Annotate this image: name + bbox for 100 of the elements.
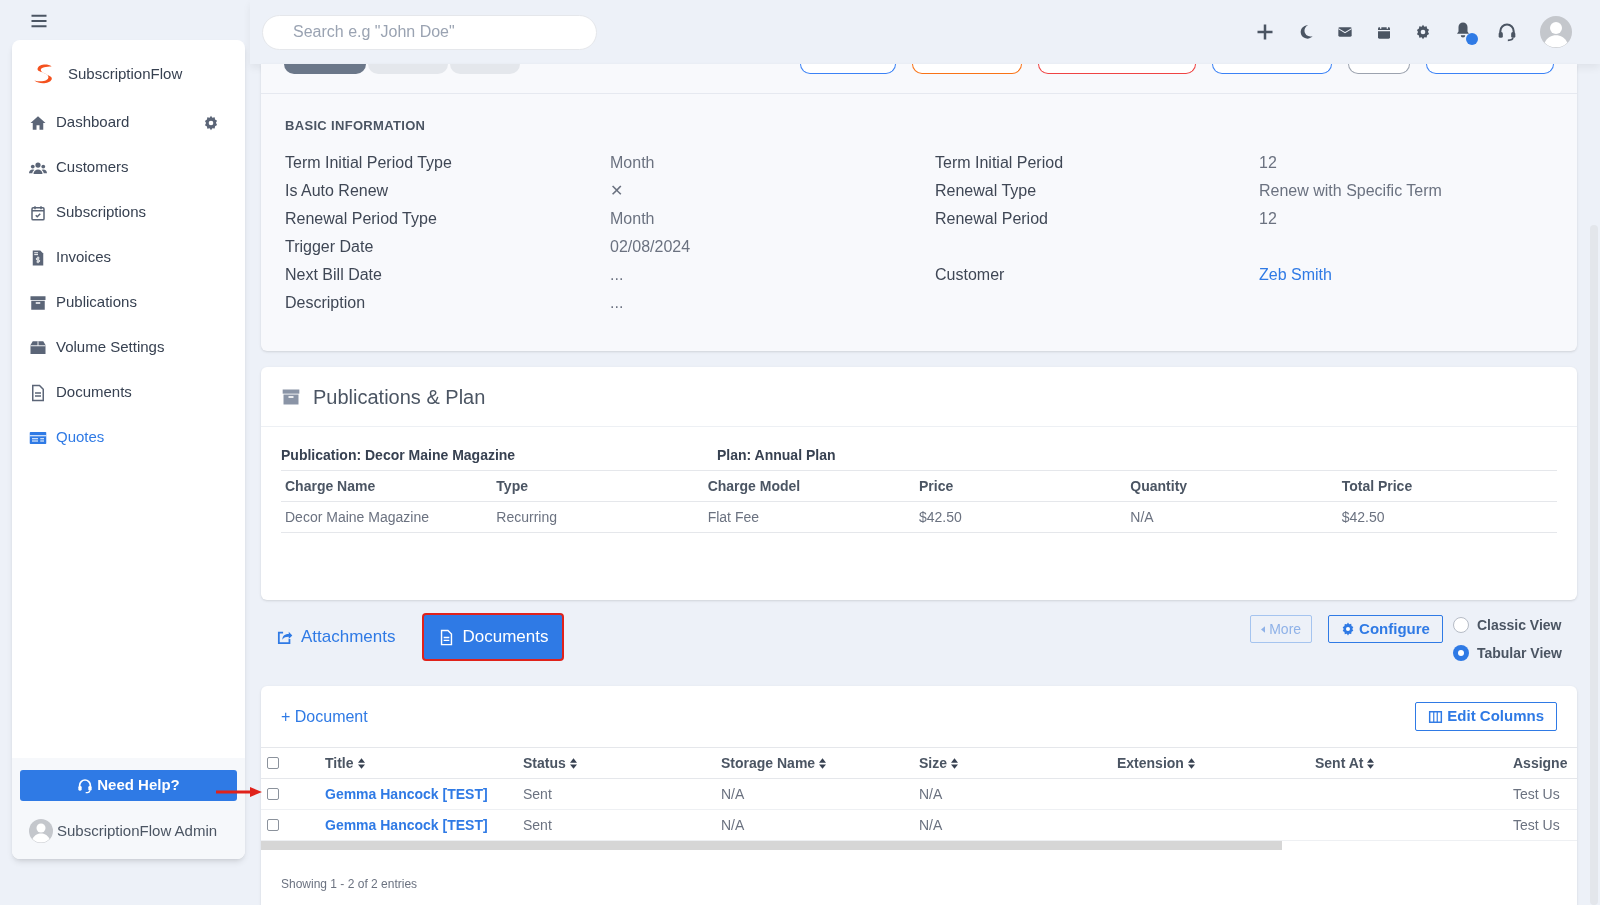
search-field[interactable]: Search e.g "John Doe": [262, 14, 597, 50]
radio-button[interactable]: [1452, 645, 1469, 661]
card-title: Publications & Plan: [313, 384, 486, 410]
settings-icon[interactable]: [1415, 24, 1431, 40]
field-label: Renewal Type: [935, 180, 1038, 201]
bell-icon: [1454, 21, 1472, 39]
publication-name: Publication: Decor Maine Magazine: [281, 445, 517, 465]
table-cell-text: Decor Maine Magazine: [285, 507, 430, 527]
sidebar-item[interactable]: Publications: [12, 280, 245, 325]
sort-icon[interactable]: [1367, 757, 1375, 769]
brand-name: SubscriptionFlow: [68, 63, 183, 84]
avatar-icon: [29, 819, 53, 843]
table-cell-text: $42.50: [1341, 507, 1386, 527]
configure-button[interactable]: Configure: [1328, 615, 1443, 643]
field-label: Customer: [935, 264, 1006, 285]
sort-icon[interactable]: [951, 757, 958, 769]
table-cell-text: Sent: [523, 784, 552, 804]
radio-label: Tabular View: [1476, 643, 1562, 663]
checkbox[interactable]: [267, 757, 279, 769]
table-cell-text: Recurring: [496, 507, 559, 527]
sidebar-item[interactable]: Invoices: [12, 235, 245, 280]
column-header: Assigne: [1513, 753, 1568, 773]
field-label: Term Initial Period Type: [285, 152, 453, 173]
calendar-icon[interactable]: [1376, 24, 1392, 40]
customer-link[interactable]: Zeb Smith: [1259, 262, 1553, 287]
action-button[interactable]: [1426, 64, 1554, 74]
radio-button[interactable]: [1452, 617, 1469, 633]
sidebar-item[interactable]: Quotes: [12, 415, 245, 460]
sort-icon[interactable]: [357, 757, 365, 769]
title-link[interactable]: Gemma Hancock [TEST]: [325, 814, 488, 836]
column-header: Charge Model: [707, 476, 802, 496]
settings-icon[interactable]: [203, 114, 219, 131]
section-heading: BASIC INFORMATION: [285, 117, 427, 135]
field-label: Is Auto Renew: [285, 180, 390, 201]
caret-icon: [1261, 625, 1266, 633]
column-header: Type: [496, 476, 529, 496]
column-header: Extension: [1117, 753, 1184, 773]
field-label: Renewal Period: [935, 208, 1049, 229]
sort-icon[interactable]: [569, 757, 577, 769]
field-value: ...: [610, 292, 625, 313]
action-button[interactable]: [912, 64, 1022, 74]
table-cell-text: N/A: [919, 815, 943, 835]
column-header: Storage Name: [721, 753, 816, 773]
column-header: Charge Name: [285, 476, 377, 496]
plan-name: Plan: Annual Plan: [717, 445, 836, 465]
sidebar-item[interactable]: Subscriptions: [12, 190, 245, 235]
add-icon[interactable]: [1255, 22, 1275, 42]
column-header: Sent At: [1315, 753, 1364, 773]
sort-icon[interactable]: [1187, 757, 1195, 769]
title-link[interactable]: Gemma Hancock [TEST]: [325, 783, 488, 805]
sidebar-item[interactable]: Documents: [12, 370, 245, 415]
tab[interactable]: [284, 64, 366, 74]
horizontal-scrollbar[interactable]: [261, 841, 1282, 850]
mail-icon[interactable]: [1337, 24, 1353, 40]
entries-info: Showing 1 - 2 of 2 entries: [280, 876, 419, 893]
checkbox[interactable]: [267, 788, 279, 800]
action-button[interactable]: [800, 64, 896, 74]
archive-icon: [28, 293, 48, 312]
headset-icon: [77, 777, 94, 794]
field-value: ✕: [610, 180, 624, 201]
field-value: ...: [610, 264, 625, 285]
field-value: 02/08/2024: [610, 236, 692, 257]
box-icon: [28, 338, 48, 357]
tab[interactable]: Attachments: [262, 615, 410, 659]
table-cell-text: Test Us: [1513, 784, 1560, 804]
help-button[interactable]: Need Help?: [20, 770, 237, 801]
field-label: Trigger Date: [285, 236, 375, 257]
action-button[interactable]: [1038, 64, 1196, 74]
table-cell-text: Flat Fee: [707, 507, 760, 527]
field-value: 12: [1259, 208, 1278, 229]
tab[interactable]: Documents: [423, 615, 563, 659]
sidebar-item[interactable]: Dashboard: [12, 100, 245, 145]
moon-icon[interactable]: [1298, 24, 1314, 40]
field-value: 12: [1259, 152, 1278, 173]
table-cell-text: Test Us: [1513, 815, 1560, 835]
sidebar-item[interactable]: Customers: [12, 145, 245, 190]
checkbox[interactable]: [267, 819, 279, 831]
field-value: Renew with Specific Term: [1259, 180, 1443, 201]
field-label: Renewal Period Type: [285, 208, 438, 229]
column-header: Size: [919, 753, 947, 773]
field-label: Term Initial Period: [935, 152, 1065, 173]
column-header: Price: [919, 476, 955, 496]
column-header: Quantity: [1130, 476, 1189, 496]
add-document-link[interactable]: + Document: [281, 704, 368, 729]
table-cell-text: Sent: [523, 815, 552, 835]
column-header: Total Price: [1341, 476, 1414, 496]
sidebar-item[interactable]: Volume Settings: [12, 325, 245, 370]
column-header: Status: [523, 753, 566, 773]
user-name: SubscriptionFlow Admin: [57, 820, 218, 841]
table-cell-text: $42.50: [919, 507, 963, 527]
table-cell-text: N/A: [1130, 507, 1155, 527]
columns-icon: [1428, 709, 1444, 724]
edit-columns-button[interactable]: Edit Columns: [1415, 702, 1557, 731]
headset-icon[interactable]: [1497, 22, 1517, 42]
radio-label: Classic View: [1476, 615, 1562, 635]
action-button[interactable]: [1212, 64, 1332, 74]
column-header: Title: [325, 753, 354, 773]
field-value: Month: [610, 208, 656, 229]
action-button[interactable]: [1348, 64, 1410, 74]
sort-icon[interactable]: [819, 757, 827, 769]
